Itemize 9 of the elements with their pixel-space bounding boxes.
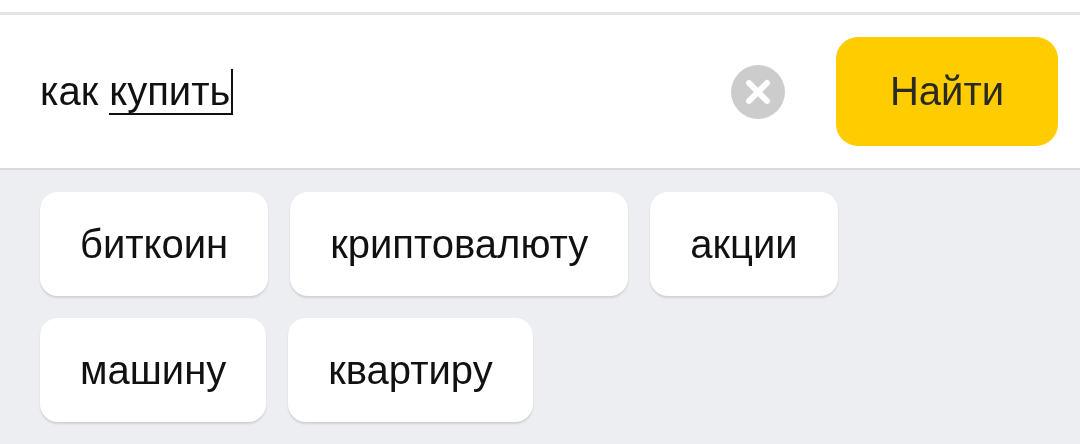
- suggestion-chip[interactable]: машину: [40, 318, 267, 422]
- suggestion-chip[interactable]: акции: [650, 192, 838, 296]
- clear-icon[interactable]: [730, 63, 786, 120]
- query-text: как купить: [40, 69, 234, 114]
- search-button[interactable]: Найти: [836, 37, 1058, 146]
- suggestion-chip[interactable]: биткоин: [40, 192, 269, 296]
- suggestion-chip[interactable]: квартиру: [288, 318, 533, 422]
- suggestion-chip[interactable]: криптовалюту: [290, 192, 629, 296]
- search-field[interactable]: как купить: [40, 63, 836, 120]
